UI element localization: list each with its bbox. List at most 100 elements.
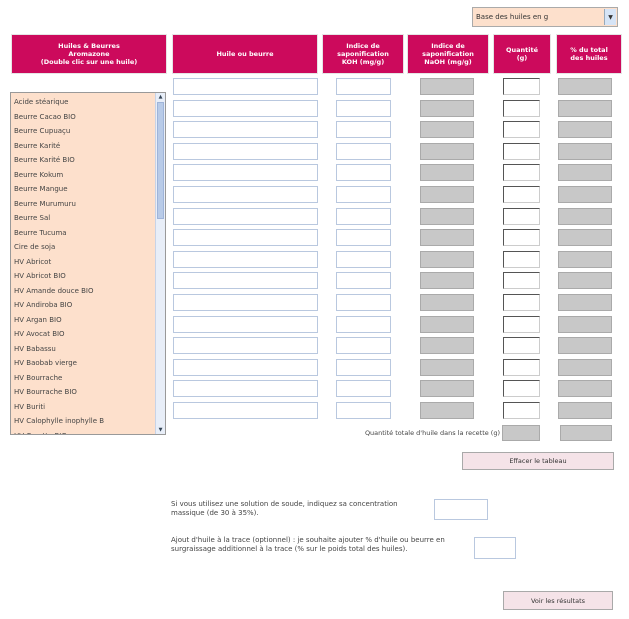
list-item[interactable]: Cire de soja — [11, 240, 165, 255]
quantity-input[interactable] — [503, 358, 540, 376]
naoh-field — [420, 402, 474, 419]
list-item[interactable]: Beurre Cacao BIO — [11, 110, 165, 125]
header-koh: Indice de saponification KOH (mg/g) — [322, 34, 404, 74]
oil-name-input[interactable] — [173, 337, 318, 355]
quantity-input[interactable] — [503, 250, 540, 268]
list-item[interactable]: Beurre Kokum — [11, 168, 165, 183]
percent-field — [558, 164, 612, 182]
naoh-field — [420, 358, 474, 376]
koh-input[interactable] — [336, 207, 391, 225]
quantity-input[interactable] — [503, 164, 540, 182]
list-item[interactable]: Beurre Murumuru — [11, 197, 165, 212]
oil-name-input[interactable] — [173, 294, 318, 311]
list-item[interactable]: Beurre Mangue — [11, 182, 165, 197]
list-item[interactable]: Beurre Karité — [11, 139, 165, 154]
quantity-input[interactable] — [503, 402, 540, 419]
quantity-input[interactable] — [503, 315, 540, 333]
list-item[interactable]: HV Abricot BIO — [11, 269, 165, 284]
oil-name-input[interactable] — [173, 99, 318, 117]
oil-name-input[interactable] — [173, 164, 318, 182]
koh-input[interactable] — [336, 229, 391, 247]
quantity-input[interactable] — [503, 229, 540, 247]
quantity-input[interactable] — [503, 142, 540, 160]
koh-input[interactable] — [336, 380, 391, 398]
naoh-field — [420, 272, 474, 290]
naoh-field — [420, 78, 474, 95]
koh-input[interactable] — [336, 358, 391, 376]
quantity-input[interactable] — [503, 272, 540, 290]
percent-field — [558, 121, 612, 139]
list-item[interactable]: HV Avocat BIO — [11, 327, 165, 342]
koh-input[interactable] — [336, 121, 391, 139]
list-item[interactable]: HV Baobab vierge — [11, 356, 165, 371]
koh-input[interactable] — [336, 402, 391, 419]
list-item[interactable]: HV Argan BIO — [11, 313, 165, 328]
list-item[interactable]: HV Bourrache BIO — [11, 385, 165, 400]
scroll-up-icon[interactable]: ▲ — [156, 93, 165, 101]
koh-input[interactable] — [336, 142, 391, 160]
quantity-input[interactable] — [503, 294, 540, 311]
percent-field — [558, 358, 612, 376]
koh-input[interactable] — [336, 337, 391, 355]
koh-input[interactable] — [336, 250, 391, 268]
oil-name-input[interactable] — [173, 229, 318, 247]
oil-name-input[interactable] — [173, 207, 318, 225]
percent-field — [558, 142, 612, 160]
chevron-down-icon[interactable]: ▼ — [604, 9, 616, 25]
quantity-input[interactable] — [503, 186, 540, 203]
percent-field — [558, 186, 612, 203]
oil-name-input[interactable] — [173, 250, 318, 268]
list-item[interactable]: HV Amande douce BIO — [11, 284, 165, 299]
koh-input[interactable] — [336, 315, 391, 333]
oil-name-input[interactable] — [173, 315, 318, 333]
soda-concentration-input[interactable] — [434, 499, 488, 520]
quantity-input[interactable] — [503, 78, 540, 95]
oil-name-input[interactable] — [173, 142, 318, 160]
quantity-input[interactable] — [503, 337, 540, 355]
list-item[interactable]: Beurre Karité BIO — [11, 153, 165, 168]
oil-name-input[interactable] — [173, 358, 318, 376]
header-naoh: Indice de saponification NaOH (mg/g) — [407, 34, 489, 74]
list-item[interactable]: HV Carotte BIO — [11, 429, 165, 435]
list-item[interactable]: HV Babassu — [11, 342, 165, 357]
quantity-input[interactable] — [503, 207, 540, 225]
view-results-button[interactable]: Voir les résultats — [503, 591, 613, 610]
quantity-input[interactable] — [503, 380, 540, 398]
naoh-field — [420, 186, 474, 203]
list-item[interactable]: Beurre Tucuma — [11, 226, 165, 241]
oil-name-input[interactable] — [173, 78, 318, 95]
list-item[interactable]: HV Calophylle inophylle B — [11, 414, 165, 429]
koh-input[interactable] — [336, 164, 391, 182]
oil-name-input[interactable] — [173, 380, 318, 398]
header-quantity: Quantité (g) — [493, 34, 551, 74]
koh-input[interactable] — [336, 99, 391, 117]
oil-name-input[interactable] — [173, 402, 318, 419]
list-item[interactable]: HV Bourrache — [11, 371, 165, 386]
list-item[interactable]: HV Andiroba BIO — [11, 298, 165, 313]
quantity-input[interactable] — [503, 99, 540, 117]
list-item[interactable]: Beurre Cupuaçu — [11, 124, 165, 139]
superfat-input[interactable] — [474, 537, 516, 559]
list-item[interactable]: HV Buriti — [11, 400, 165, 415]
superfat-text: Ajout d'huile à la trace (optionnel) : j… — [171, 536, 445, 554]
koh-input[interactable] — [336, 78, 391, 95]
scroll-down-icon[interactable]: ▼ — [156, 426, 165, 434]
quantity-input[interactable] — [503, 121, 540, 139]
naoh-field — [420, 229, 474, 247]
koh-input[interactable] — [336, 272, 391, 290]
list-item[interactable]: Beurre Sal — [11, 211, 165, 226]
oil-listbox[interactable]: Acide stéarique Beurre Cacao BIO Beurre Cu… — [10, 92, 166, 435]
listbox-scrollbar[interactable]: ▲ ▼ — [155, 93, 165, 434]
koh-input[interactable] — [336, 294, 391, 311]
scroll-thumb[interactable] — [157, 102, 164, 219]
list-item[interactable]: Acide stéarique — [11, 95, 165, 110]
header-oils-list: Huiles & Beurres Aromazone (Double clic … — [11, 34, 167, 74]
oil-name-input[interactable] — [173, 186, 318, 203]
percent-field — [558, 337, 612, 355]
koh-input[interactable] — [336, 186, 391, 203]
oil-name-input[interactable] — [173, 121, 318, 139]
oil-name-input[interactable] — [173, 272, 318, 290]
base-select[interactable]: Base des huiles en g ▼ — [472, 7, 618, 27]
clear-table-button[interactable]: Effacer le tableau — [462, 452, 614, 470]
list-item[interactable]: HV Abricot — [11, 255, 165, 270]
